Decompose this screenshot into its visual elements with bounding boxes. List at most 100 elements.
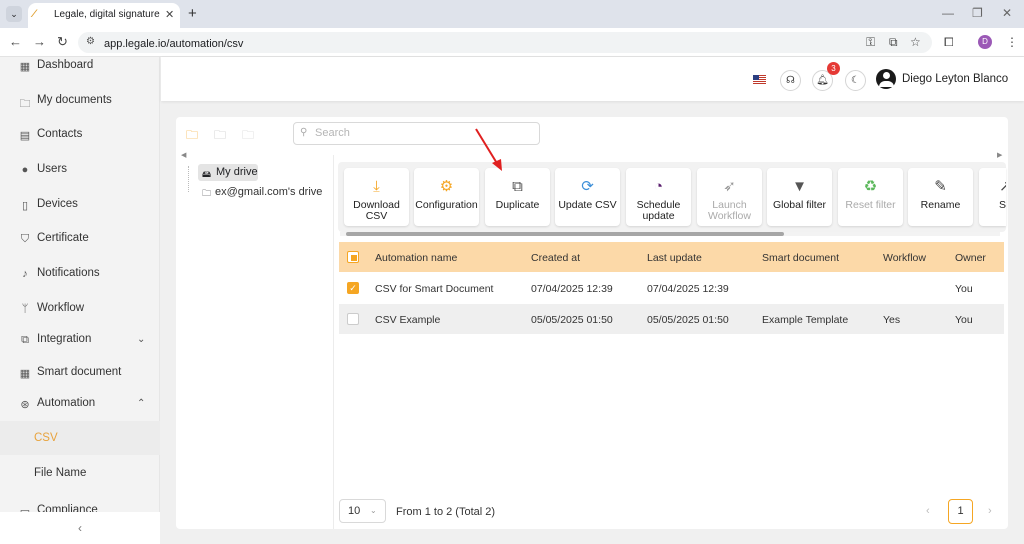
tree-scroll-left-icon[interactable]: ◀ — [181, 151, 186, 159]
next-page-icon[interactable]: › — [988, 505, 992, 517]
share-icon: ↗ — [999, 178, 1006, 195]
annotation-arrow-icon — [475, 128, 502, 171]
browser-tab[interactable]: Legale, digital signature — [28, 3, 180, 28]
site-info-icon[interactable]: ⚙ — [86, 36, 95, 47]
tab-close-icon[interactable]: ✕ — [165, 8, 174, 21]
shield-icon: ⛉ — [20, 233, 30, 245]
browser-menu-icon[interactable]: ⋮ — [1006, 35, 1018, 49]
sidebar-collapse-button[interactable]: ‹ — [0, 512, 160, 544]
flag-canton — [753, 75, 759, 80]
duplicate-button[interactable]: ⧉ Duplicate — [485, 168, 550, 226]
rocket-icon: ➶ — [723, 178, 736, 195]
row-checkbox[interactable]: ✓ — [347, 282, 359, 294]
global-filter-button[interactable]: ▼ Global filter — [767, 168, 832, 226]
filter-icon: ▼ — [792, 178, 807, 195]
button-label: Rename — [920, 199, 961, 211]
forward-icon[interactable]: → — [33, 34, 46, 49]
restore-icon[interactable]: ❐ — [972, 6, 983, 20]
page-size-select[interactable]: 10 — [339, 499, 386, 523]
select-all-checkbox[interactable] — [347, 251, 359, 263]
reset-filter-button[interactable]: ♻ Reset filter — [838, 168, 903, 226]
row-checkbox[interactable] — [347, 313, 359, 325]
button-label: Global filter — [772, 199, 827, 211]
minimize-icon[interactable]: — — [942, 6, 954, 20]
toolbar-scrollbar[interactable] — [346, 232, 784, 236]
user-name[interactable]: Diego Leyton Blanco — [902, 73, 1008, 85]
toolbar-scroll-right-icon[interactable]: ▶ — [997, 151, 1002, 159]
pagination-total: From 1 to 2 (Total 2) — [396, 506, 496, 518]
avatar-body — [879, 81, 894, 87]
extensions-icon[interactable]: ⧠ — [944, 35, 954, 50]
button-label: Update CSV — [558, 199, 617, 211]
column-owner[interactable]: Owner — [955, 252, 986, 264]
column-smart-document[interactable]: Smart document — [762, 252, 839, 264]
tree-line — [188, 166, 189, 192]
page-current[interactable]: 1 — [948, 499, 973, 524]
sidebar-item-label: Integration — [37, 333, 92, 345]
sidebar-item-label: Certificate — [37, 232, 89, 244]
schedule-update-button[interactable]: ◔ Schedule update — [626, 168, 691, 226]
sidebar-item-label: Smart document — [37, 366, 122, 378]
cell-automation-name: CSV for Smart Document — [375, 283, 494, 295]
contacts-icon: ▤ — [19, 130, 31, 142]
cell-smart-document: Example Template — [762, 314, 849, 326]
button-label: S — [999, 199, 1006, 211]
sidebar-item-label: Workflow — [37, 302, 85, 314]
tab-search-chevron-icon[interactable]: ⌄ — [6, 6, 22, 22]
folder-icon[interactable]: 🗀 — [242, 126, 254, 147]
sidebar-item-label: File Name — [34, 467, 87, 479]
copy-icon: ⧉ — [512, 178, 523, 195]
integration-icon: ⧉ — [21, 334, 29, 346]
button-label: Configuration — [415, 199, 478, 211]
share-button[interactable]: ↗ S — [979, 168, 1006, 226]
button-label: Duplicate — [495, 199, 540, 211]
headset-icon[interactable]: ☊ — [780, 70, 801, 91]
profile-avatar[interactable]: D — [978, 35, 992, 49]
cell-last-update: 07/04/2025 12:39 — [647, 283, 729, 295]
close-window-icon[interactable]: ✕ — [1002, 6, 1012, 20]
column-created-at[interactable]: Created at — [531, 252, 580, 264]
install-app-icon[interactable]: ⧉ — [889, 35, 898, 50]
sync-icon: ⟳ — [581, 178, 594, 195]
launch-workflow-button[interactable]: ➶ Launch Workflow — [697, 168, 762, 226]
avatar-head — [883, 72, 890, 79]
prev-page-icon[interactable]: ‹ — [926, 505, 930, 517]
chevron-down-icon: ⌄ — [370, 506, 377, 515]
theme-toggle-icon[interactable]: ☾ — [845, 70, 866, 91]
legale-favicon-icon: ⁄ — [33, 8, 35, 20]
key-icon[interactable]: ⚿ — [866, 35, 875, 50]
column-workflow[interactable]: Workflow — [883, 252, 926, 264]
move-folder-icon[interactable]: 🗀 — [214, 126, 226, 147]
rename-button[interactable]: ✎ Rename — [908, 168, 973, 226]
chevron-down-icon[interactable]: ⌄ — [137, 334, 145, 345]
chevron-up-icon[interactable]: ⌃ — [137, 398, 145, 409]
sidebar-item-label: My documents — [37, 94, 112, 106]
download-csv-button[interactable]: ⤓ Download CSV — [344, 168, 409, 226]
sidebar-item-file-name[interactable]: File Name — [0, 456, 160, 490]
folder-icon: 🗀 — [202, 188, 212, 198]
button-label: Download CSV — [353, 199, 400, 222]
cell-created-at: 07/04/2025 12:39 — [531, 283, 613, 295]
recycle-icon: ♻ — [863, 178, 878, 195]
folder-icon: 🗀 — [19, 98, 31, 110]
button-label: Launch Workflow — [708, 199, 751, 222]
column-automation-name[interactable]: Automation name — [375, 252, 457, 264]
back-icon[interactable]: ← — [9, 34, 22, 49]
workflow-icon: ᛘ — [21, 303, 29, 315]
column-last-update[interactable]: Last update — [647, 252, 702, 264]
star-icon[interactable]: ☆ — [910, 35, 921, 49]
search-icon: ⚲ — [300, 127, 308, 138]
new-tab-icon[interactable]: + — [188, 5, 197, 22]
update-csv-button[interactable]: ⟳ Update CSV — [555, 168, 620, 226]
schedule-icon: ◔ — [653, 178, 664, 195]
sidebar-item-label: Contacts — [37, 128, 83, 140]
sidebar-item-label: Automation — [37, 397, 96, 409]
new-folder-icon[interactable]: 🗀 — [186, 126, 198, 147]
sidebar-item-csv[interactable]: CSV — [0, 421, 160, 455]
cell-owner: You — [955, 283, 973, 295]
sidebar-item-label: Devices — [37, 198, 78, 210]
cell-automation-name: CSV Example — [375, 314, 441, 326]
tree-item-shared-drive[interactable]: ex@gmail.com's drive — [202, 186, 322, 198]
configuration-button[interactable]: ⚙ Configuration — [414, 168, 479, 226]
sidebar-item-label: Compliance — [37, 504, 98, 512]
